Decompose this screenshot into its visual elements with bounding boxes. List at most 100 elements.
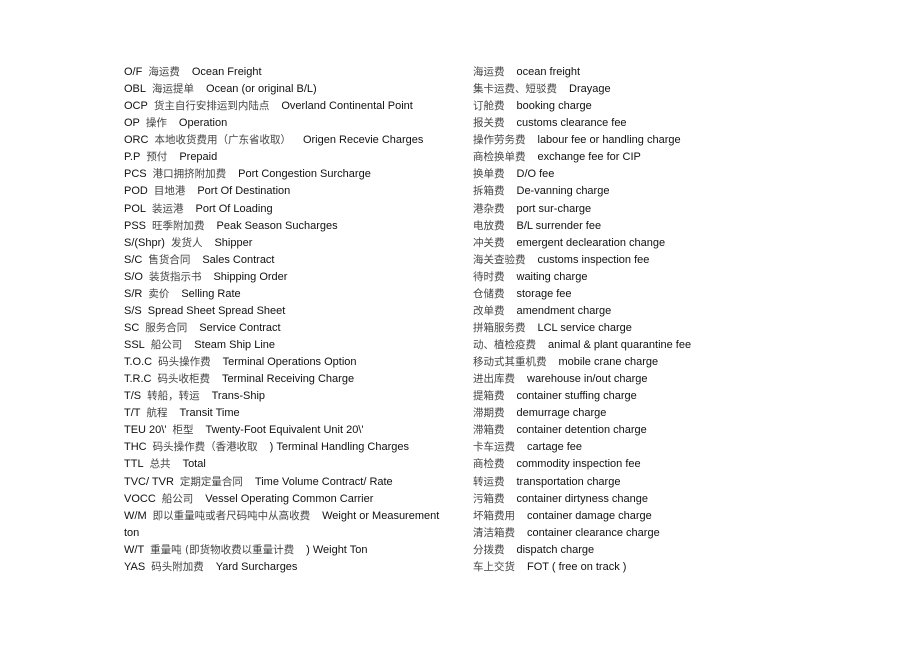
glossary-entry: SC 服务合同 Service Contract — [124, 321, 464, 338]
term-chinese: 报关费 — [473, 117, 505, 130]
term-english: Time Volume Contract/ Rate — [254, 475, 393, 488]
term-english: Origen Recevie Charges — [302, 134, 424, 147]
term-chinese: 码头附加费 — [151, 560, 204, 573]
glossary-entry: OP 操作 Operation — [124, 116, 464, 133]
term-chinese: 卖价 — [148, 287, 170, 300]
term-english: cartage fee — [527, 441, 583, 454]
term-english: storage fee — [516, 287, 572, 300]
glossary-entry: S/(Shpr) 发货人 Shipper — [124, 236, 464, 253]
glossary-entry: 港杂费 port sur-charge — [473, 202, 773, 219]
glossary-entry: 拆箱费 De-vanning charge — [473, 184, 773, 201]
glossary-entry: OCP 货主自行安排运到内陆点 Overland Continental Point — [124, 99, 464, 116]
term-chinese: 即以重量吨或者尺码吨中从高收费 — [152, 509, 311, 522]
term-chinese: 拆箱费 — [473, 185, 505, 198]
term-english: Weight or Measurement — [322, 509, 440, 522]
term-chinese: 重量吨 (即货物收费以重量计费 — [150, 543, 295, 556]
glossary-entry: POD 目地港 Port Of Destination — [124, 184, 464, 201]
term-english: Steam Ship Line — [194, 339, 276, 351]
glossary-entry: T.O.C 码头操作费 Terminal Operations Option — [124, 355, 464, 372]
term-abbreviation: T.R.C — [124, 373, 152, 386]
glossary-entry: PSS 旺季附加费 Peak Season Sucharges — [124, 219, 464, 236]
glossary-entry: T/S 转船，转运 Trans-Ship — [124, 389, 464, 406]
term-english: Overland Continental Point — [281, 100, 413, 113]
term-chinese: 海运费 — [148, 66, 180, 78]
term-english: Shipping Order — [213, 270, 288, 283]
glossary-entry: THC 码头操作费（香港收取) Terminal Handling Charges — [124, 440, 464, 457]
term-chinese: 卡车运费 — [473, 441, 515, 454]
term-chinese: 商检换单费 — [473, 151, 526, 164]
glossary-entry: T.R.C 码头收柜费 Terminal Receiving Charge — [124, 372, 464, 389]
term-chinese: 海运提单 — [152, 83, 195, 96]
term-chinese: 目地港 — [153, 185, 186, 198]
term-english: ton — [124, 526, 140, 539]
glossary-entry: O/F 海运费 Ocean Freight — [124, 65, 464, 82]
term-abbreviation: PSS — [124, 219, 147, 232]
glossary-entry: 污箱费 container dirtyness change — [473, 492, 773, 509]
term-abbreviation: S/(Shpr) — [124, 236, 165, 249]
term-chinese: 坏箱费用 — [473, 509, 515, 522]
term-chinese: 定期定量合同 — [179, 475, 243, 488]
term-english: Transit Time — [179, 407, 240, 420]
term-english: commodity inspection fee — [516, 458, 641, 471]
term-english: warehouse in/out charge — [527, 373, 648, 386]
term-chinese: 装货指示书 — [148, 270, 202, 283]
term-english: Operation — [178, 117, 228, 130]
term-chinese: 冲关费 — [473, 236, 505, 249]
term-chinese: 码头操作费 — [158, 356, 211, 369]
term-abbreviation: S/R — [124, 287, 143, 300]
glossary-entry: 移动式其重机费 mobile crane charge — [473, 355, 773, 372]
term-chinese: 集卡运费、短驳费 — [473, 83, 557, 96]
term-english: container detention charge — [516, 424, 647, 437]
glossary-entry: S/C 售货合同 Sales Contract — [124, 253, 464, 270]
glossary-entry: 分拨费 dispatch charge — [473, 543, 773, 560]
term-abbreviation: PCS — [124, 168, 147, 181]
glossary-entry: SSL 船公司 Steam Ship Line — [124, 338, 464, 355]
term-english: ) Weight Ton — [306, 543, 368, 556]
term-english: demurrage charge — [516, 407, 607, 420]
term-chinese: 提箱费 — [473, 390, 505, 403]
glossary-entry: 提箱费 container stuffing charge — [473, 389, 773, 406]
term-english: Twenty-Foot Equivalent Unit 20\' — [205, 424, 364, 437]
term-chinese: 预付 — [146, 151, 168, 164]
glossary-entry: 拼箱服务费 LCL service charge — [473, 321, 773, 338]
term-chinese: 仓储费 — [473, 287, 505, 300]
glossary-entry: TVC/ TVR 定期定量合同 Time Volume Contract/ Rate — [124, 475, 464, 492]
term-english: Port Of Loading — [195, 202, 273, 215]
term-abbreviation: T.O.C — [124, 356, 153, 369]
glossary-entry: 换单费 D/O fee — [473, 167, 773, 184]
term-english: Total — [182, 458, 206, 471]
term-english: dispatch charge — [516, 543, 595, 556]
term-chinese: 拼箱服务费 — [473, 321, 526, 334]
term-english: exchange fee for CIP — [537, 151, 641, 164]
term-chinese: 电放费 — [473, 219, 505, 232]
glossary-entry: S/O 装货指示书 Shipping Order — [124, 270, 464, 287]
term-chinese: 船公司 — [150, 339, 183, 351]
term-english: Ocean (or original B/L) — [206, 83, 317, 96]
term-english: ) Terminal Handling Charges — [269, 441, 410, 454]
term-chinese: 发货人 — [170, 236, 203, 249]
term-abbreviation: W/T — [124, 543, 145, 556]
term-english: Trans-Ship — [211, 390, 266, 403]
term-english: Selling Rate — [181, 287, 241, 300]
term-abbreviation: T/T — [124, 407, 141, 420]
term-chinese: 动、植检疫费 — [473, 339, 536, 351]
term-chinese: 改单费 — [473, 304, 505, 317]
term-english: mobile crane charge — [558, 356, 659, 369]
term-chinese: 移动式其重机费 — [473, 356, 547, 369]
term-english: container damage charge — [527, 509, 652, 522]
term-abbreviation: THC — [124, 441, 147, 454]
term-english: Sales Contract — [202, 253, 275, 266]
term-english: container clearance charge — [527, 526, 660, 539]
left-glossary-column: O/F 海运费 Ocean Freight OBL 海运提单 Ocean (or orig… — [124, 65, 464, 577]
glossary-entry: POL 装运港 Port Of Loading — [124, 202, 464, 219]
glossary-entry: W/T 重量吨 (即货物收费以重量计费 ) Weight Ton — [124, 543, 464, 560]
term-chinese: 分拨费 — [473, 543, 505, 556]
glossary-entry: 仓储费 storage fee — [473, 287, 773, 304]
term-chinese: 进出库费 — [473, 373, 515, 386]
glossary-entry: 电放费 B/L surrender fee — [473, 219, 773, 236]
term-abbreviation: VOCC — [124, 492, 156, 505]
term-abbreviation: POD — [124, 185, 148, 198]
term-abbreviation: W/M — [124, 509, 147, 522]
glossary-entry: 订舱费 booking charge — [473, 99, 773, 116]
term-english: Port Of Destination — [197, 185, 291, 198]
